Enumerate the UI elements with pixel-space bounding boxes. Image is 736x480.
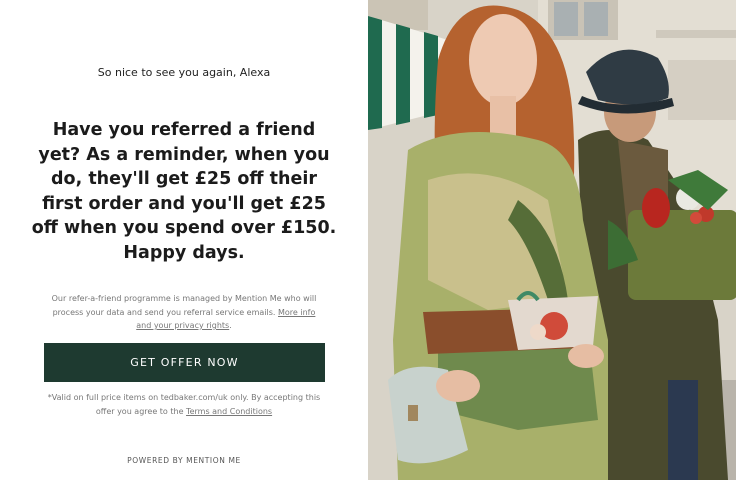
get-offer-button[interactable]: GET OFFER NOW: [44, 343, 325, 382]
headline: Have you referred a friend yet? As a rem…: [31, 120, 337, 263]
hero-photo: [368, 0, 736, 480]
terms-disclaimer: *Valid on full price items on tedbaker.c…: [40, 391, 328, 418]
terms-link[interactable]: Terms and Conditions: [186, 407, 272, 416]
referral-modal: So nice to see you again, Alexa Have you…: [0, 0, 736, 480]
disclaimer-suffix: .: [229, 321, 232, 330]
disclaimer-text: Our refer-a-friend programme is managed …: [51, 294, 317, 317]
privacy-disclaimer: Our refer-a-friend programme is managed …: [50, 292, 318, 333]
powered-by-label: POWERED BY MENTION ME: [127, 456, 241, 465]
greeting-text: So nice to see you again, Alexa: [97, 66, 271, 79]
market-scene-illustration: [368, 0, 736, 480]
terms-text: *Valid on full price items on tedbaker.c…: [47, 393, 321, 416]
content-panel: So nice to see you again, Alexa Have you…: [0, 0, 368, 480]
